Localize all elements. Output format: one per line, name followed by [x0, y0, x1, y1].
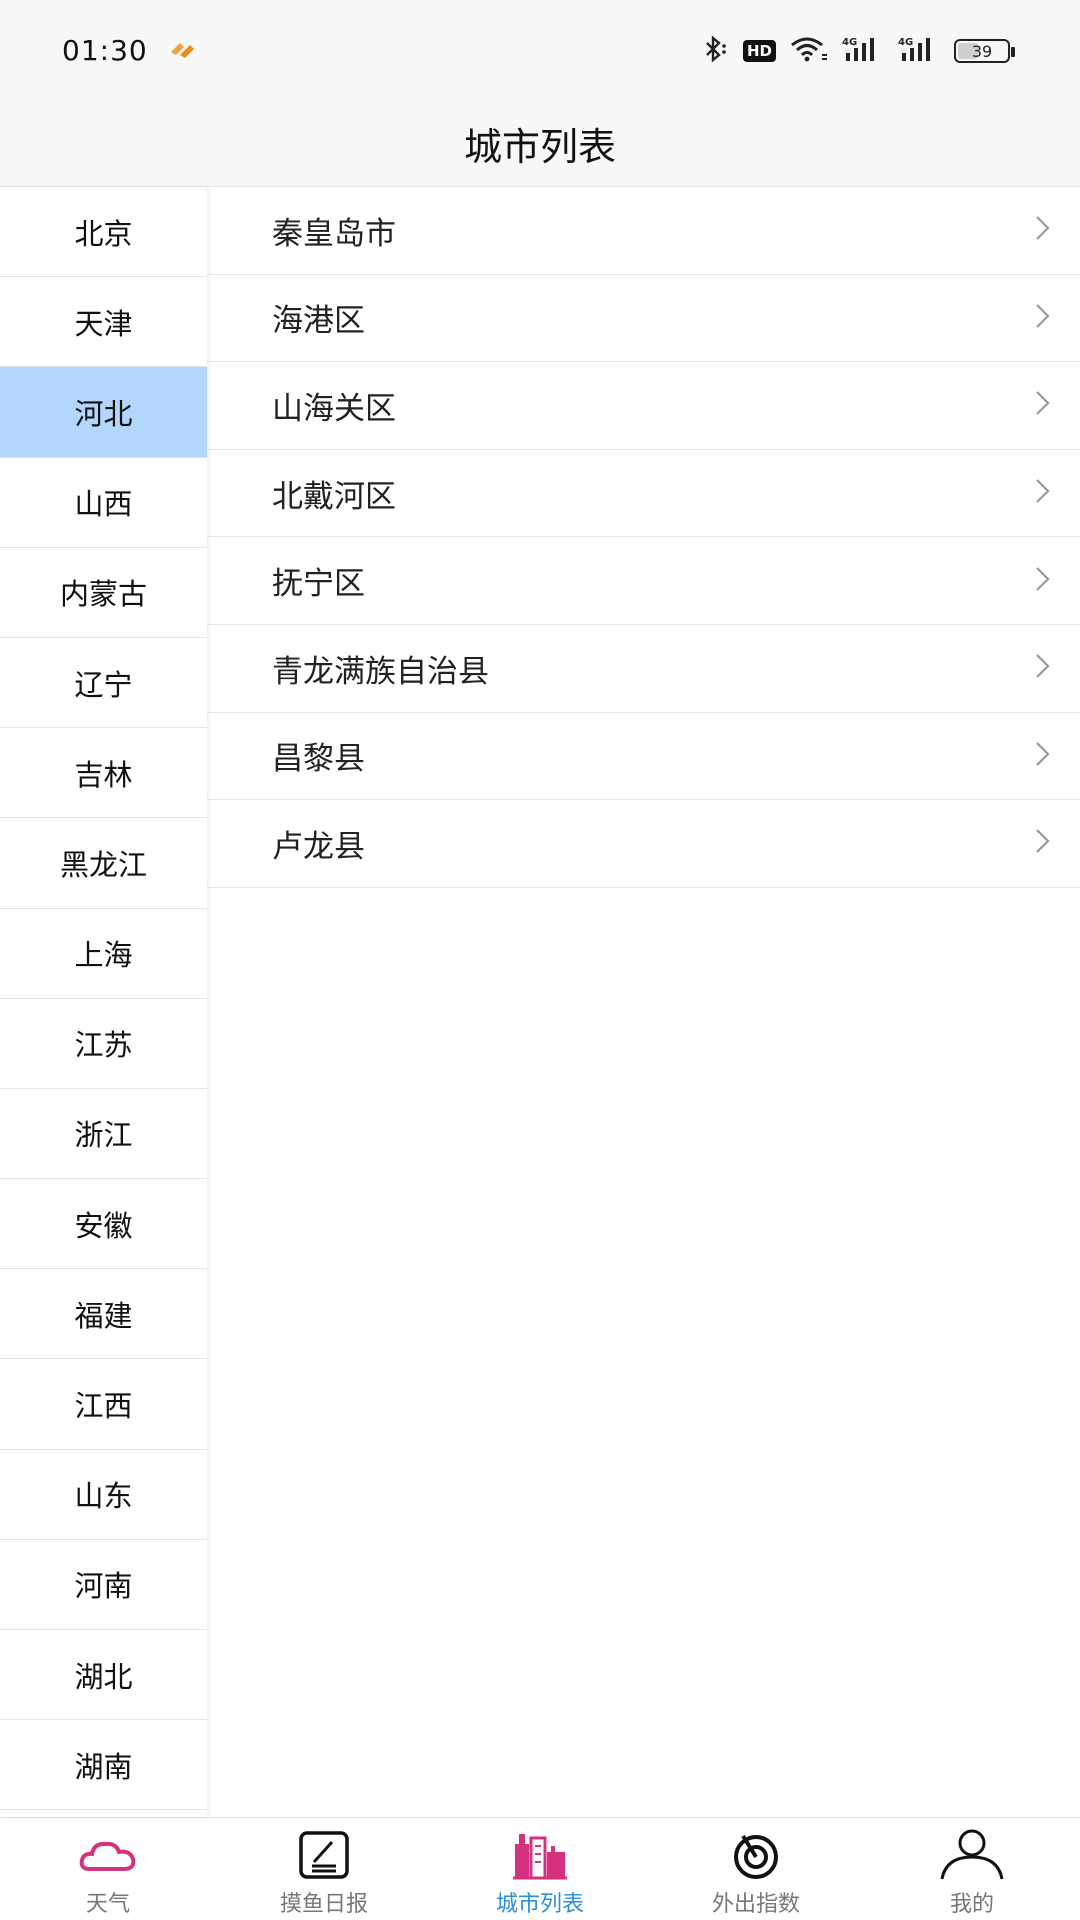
city-name: 青龙满族自治县 [272, 653, 489, 690]
signal-4g-icon-2: 4G [898, 35, 940, 67]
tab-daily-label: 摸鱼日报 [279, 1892, 368, 1917]
city-item[interactable]: 昌黎县 [207, 713, 1080, 801]
city-name: 卢龙县 [272, 828, 365, 865]
status-bar: 01:30 HD 4G 4G 39 [0, 0, 1080, 100]
city-list: 秦皇岛市海港区山海关区北戴河区抚宁区青龙满族自治县 昌黎县卢龙县 [207, 187, 1080, 888]
status-icons: HD 4G 4G 39 [699, 34, 1015, 68]
chevron-right-icon [1034, 389, 1052, 421]
city-name: 北戴河区 [272, 478, 396, 515]
tab-city-list-label: 城市列表 [495, 1892, 584, 1917]
tab-daily[interactable]: 摸鱼日报 [216, 1818, 432, 1920]
province-item[interactable]: 河南 [0, 1539, 207, 1630]
province-item[interactable]: 山东 [0, 1449, 207, 1540]
chevron-right-icon [1034, 827, 1052, 859]
province-item[interactable]: 湖北 [0, 1630, 207, 1721]
province-item[interactable]: 江苏 [0, 998, 207, 1089]
notepad-icon [298, 1830, 350, 1880]
city-item[interactable]: 山海关区 [207, 362, 1080, 450]
chevron-right-icon [1034, 302, 1052, 334]
city-buildings-icon [511, 1830, 569, 1880]
battery-icon: 39 [954, 39, 1015, 63]
signal-4g-icon: 4G [842, 35, 884, 67]
province-item[interactable]: 吉林 [0, 728, 207, 819]
svg-text:4G: 4G [898, 37, 913, 48]
city-item[interactable]: 秦皇岛市 [207, 187, 1080, 275]
tab-outing-label: 外出指数 [711, 1892, 800, 1917]
status-time: 01:30 [62, 34, 148, 67]
hd-badge: HD [742, 40, 776, 62]
city-item[interactable]: 青龙满族自治县 [207, 625, 1080, 713]
target-icon [729, 1830, 783, 1880]
tab-weather-label: 天气 [85, 1892, 130, 1917]
city-name: 海港区 [272, 303, 365, 340]
chevron-right-icon [1034, 477, 1052, 509]
city-item[interactable]: 海港区 [207, 275, 1080, 363]
tab-city-list[interactable]: 城市列表 [432, 1818, 648, 1920]
province-item[interactable]: 浙江 [0, 1088, 207, 1180]
bottom-nav: 天气 摸鱼日报 城市列表 外出指数 我的 [0, 1817, 1080, 1920]
city-item[interactable]: 卢龙县 [207, 800, 1080, 888]
province-item[interactable]: 内蒙古 [0, 547, 207, 638]
city-name: 山海关区 [272, 390, 396, 427]
tab-outing[interactable]: 外出指数 [648, 1818, 864, 1920]
cloud-icon [78, 1830, 138, 1880]
province-item[interactable]: 湖南 [0, 1720, 207, 1811]
city-name: 抚宁区 [272, 566, 365, 603]
tab-mine[interactable]: 我的 [864, 1818, 1080, 1920]
chevron-right-icon [1034, 652, 1052, 684]
bluetooth-icon [699, 34, 729, 68]
province-list[interactable]: 北京 天津 河北 山西 内蒙古 辽宁 吉林 黑龙江 上海 江苏 浙江 安徽 福建 江西 山东 河南 湖北 湖南 [0, 187, 207, 1817]
chevron-right-icon [1034, 565, 1052, 597]
tab-mine-label: 我的 [949, 1892, 994, 1917]
province-item[interactable]: 上海 [0, 908, 207, 999]
city-name: 秦皇岛市 [272, 215, 396, 252]
user-icon [940, 1829, 1004, 1880]
battery-level-text: 39 [971, 41, 993, 61]
city-item[interactable]: 抚宁区 [207, 537, 1080, 625]
province-item[interactable]: 安徽 [0, 1179, 207, 1270]
tab-weather[interactable]: 天气 [0, 1818, 216, 1920]
city-item[interactable]: 北戴河区 [207, 450, 1080, 538]
city-name: 昌黎县 [272, 741, 365, 778]
province-item[interactable]: 黑龙江 [0, 818, 207, 909]
svg-text:4G: 4G [842, 37, 857, 48]
app-notification-icon [168, 38, 198, 64]
wifi-icon [790, 35, 828, 67]
title-bar: 城市列表 [0, 100, 1080, 187]
province-item[interactable]: 福建 [0, 1269, 207, 1360]
province-item[interactable]: 北京 [0, 187, 207, 278]
province-item[interactable]: 天津 [0, 277, 207, 368]
chevron-right-icon [1034, 214, 1052, 246]
page-title: 城市列表 [463, 125, 616, 169]
province-item[interactable]: 辽宁 [0, 637, 207, 729]
province-item[interactable]: 山西 [0, 457, 207, 548]
chevron-right-icon [1034, 740, 1052, 772]
province-item[interactable]: 河北 [0, 367, 207, 458]
province-item[interactable]: 江西 [0, 1359, 207, 1450]
